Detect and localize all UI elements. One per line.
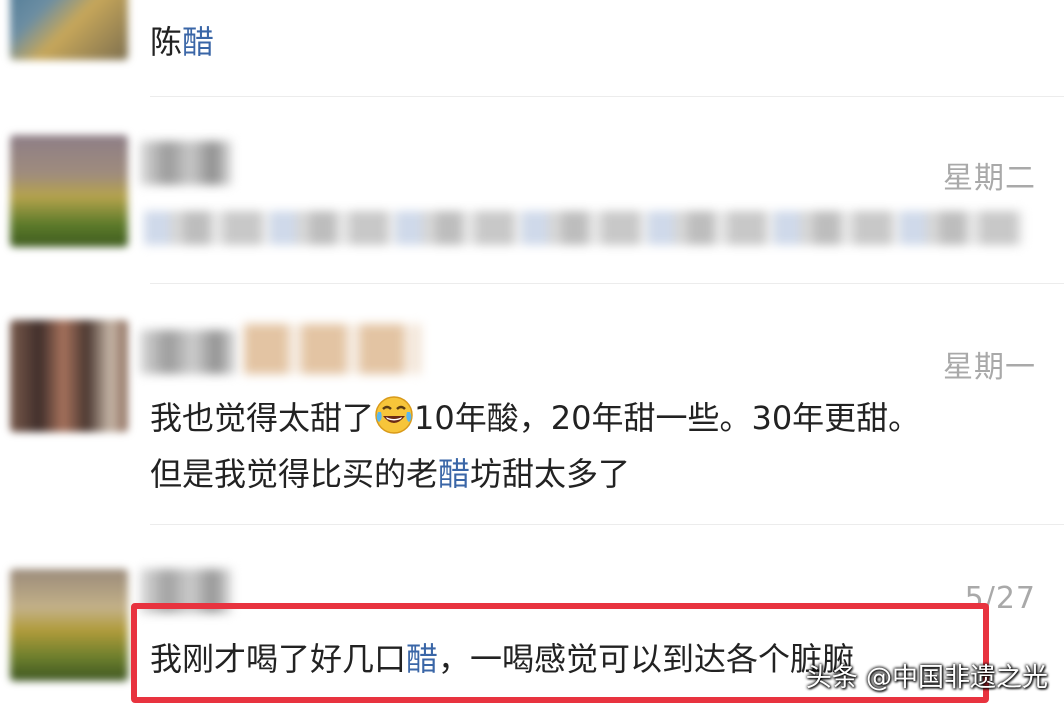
avatar-blurred [10,320,128,432]
chat-item-0[interactable]: 陈醋 [0,0,1064,96]
contact-name-blurred [140,141,232,185]
keyword-highlight: 醋 [182,23,215,61]
message-preview-blurred [144,211,1024,245]
message-line-1: 我也觉得太甜了 10年酸，20年甜一些。30年更甜。 [150,390,920,446]
face-with-tears-of-joy-emoji [375,396,413,434]
avatar-blurred [10,135,128,247]
timestamp: 星期二 [943,161,1036,196]
message-preview: 我也觉得太甜了 10年酸，20年甜一些。30年更甜。 但是我觉得比买的老醋坊甜太… [150,390,920,502]
contact-name-blurred [140,330,236,374]
message-preview: 陈醋 [150,14,214,70]
contact-name-decoration-blurred [244,324,420,374]
keyword-highlight: 醋 [438,455,471,493]
chat-item-2[interactable]: 星期一 我也觉得太甜了 10年酸，20年甜一些。30年更甜。 但是我觉得比买的老… [0,284,1064,524]
message-line-2: 但是我觉得比买的老醋坊甜太多了 [150,446,920,502]
message-text: 我也觉得太甜了 [150,399,375,437]
message-text: 10年酸，20年甜一些。30年更甜。 [414,399,921,437]
chat-item-1[interactable]: 星期二 [0,97,1064,283]
message-text: 陈 [150,23,183,61]
message-text: 坊甜太多了 [470,455,631,493]
avatar-blurred [10,569,128,681]
timestamp: 星期一 [943,350,1036,385]
watermark: 头条 @中国非遗之光 [805,663,1048,693]
avatar-blurred [10,0,128,60]
message-text: 但是我觉得比买的老 [150,455,439,493]
